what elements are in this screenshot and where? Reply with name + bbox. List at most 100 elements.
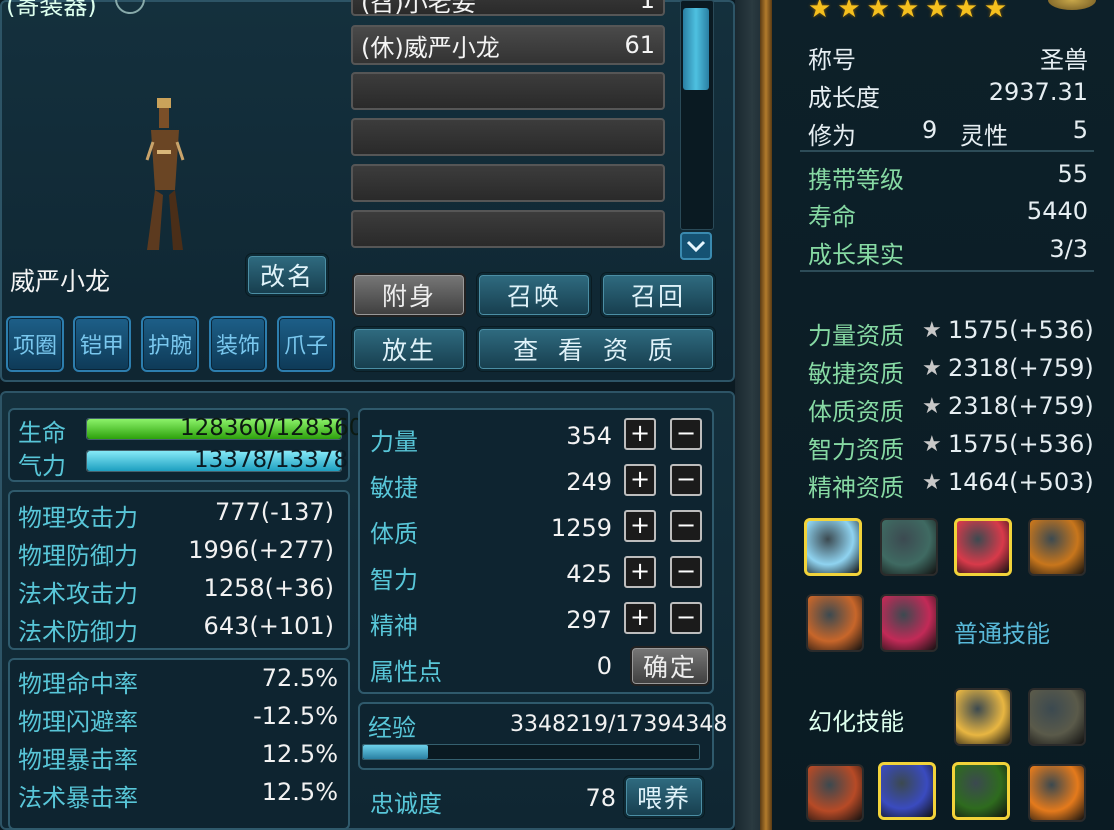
pet-list-name: (召)小老妾 [361, 0, 476, 17]
star-icon: ★ [866, 0, 890, 24]
chevron-down-icon [686, 240, 706, 253]
attr-plus-button[interactable]: + [624, 464, 656, 496]
star-rating: ★ ★ ★ ★ ★ ★ ★ [808, 0, 1048, 24]
hp-value: 128360/128360 [180, 415, 364, 441]
equip-collar-button[interactable]: 项圈 [6, 316, 64, 372]
aptitude-value: 1575(+536) [948, 430, 1094, 458]
stat-value: 643(+101) [203, 612, 334, 640]
transform-skills-label: 幻化技能 [808, 708, 904, 736]
summon-button[interactable]: 召唤 [477, 273, 591, 317]
growth-value: 2937.31 [988, 78, 1088, 106]
attr-plus-button[interactable]: + [624, 510, 656, 542]
skill-green-warrior-icon[interactable] [952, 762, 1010, 820]
skill-slash-icon[interactable] [954, 518, 1012, 576]
stat-label: 法术防御力 [18, 618, 138, 646]
equip-claw-button[interactable]: 爪子 [277, 316, 335, 372]
skill-spiral-icon[interactable] [880, 594, 938, 652]
stat-value: 777(-137) [214, 498, 334, 526]
feed-button[interactable]: 喂养 [624, 776, 704, 818]
pet-list-item-empty[interactable] [351, 210, 665, 248]
attr-plus-button[interactable]: + [624, 602, 656, 634]
attr-label: 力量 [370, 428, 418, 456]
rename-button[interactable]: 改名 [246, 254, 328, 296]
star-icon: ★ [895, 0, 920, 24]
exp-bar [362, 744, 700, 760]
pet-list-level: 1 [639, 0, 655, 14]
aptitude-star-icon: ★ [922, 432, 942, 457]
exp-bar-fill [363, 745, 428, 759]
star-icon: ★ [954, 0, 978, 24]
pet-list-name: (休)威严小龙 [361, 33, 500, 62]
attr-value: 1259 [550, 514, 612, 542]
skill-explosion-icon[interactable] [1028, 764, 1086, 822]
equip-bracer-button[interactable]: 护腕 [141, 316, 199, 372]
title-value: 圣兽 [1040, 46, 1088, 74]
scroll-down-button[interactable] [680, 232, 712, 260]
pet-list-item[interactable]: (召)小老妾 1 [351, 0, 665, 17]
release-button[interactable]: 放生 [352, 327, 466, 371]
pet-list-item-empty[interactable] [351, 164, 665, 202]
rate-value: 12.5% [261, 740, 338, 768]
rate-label: 物理命中率 [18, 670, 138, 698]
scrollbar-thumb[interactable] [683, 8, 709, 90]
attr-plus-button[interactable]: + [624, 418, 656, 450]
star-icon: ★ [925, 0, 949, 24]
exp-label: 经验 [368, 714, 416, 742]
view-aptitude-button[interactable]: 查 看 资 质 [477, 327, 715, 371]
attr-label: 智力 [370, 566, 418, 594]
attr-plus-button[interactable]: + [624, 556, 656, 588]
attr-minus-button[interactable]: − [670, 418, 702, 450]
skill-ice-icon[interactable] [804, 518, 862, 576]
mp-label: 气力 [18, 452, 66, 480]
aptitude-star-icon: ★ [922, 356, 942, 381]
spirit-value: 5 [1072, 116, 1088, 144]
attr-label: 敏捷 [370, 474, 418, 502]
growth-fruit-label: 成长果实 [808, 241, 904, 269]
star-icon: ★ [837, 0, 861, 24]
aptitude-label: 精神资质 [808, 474, 904, 502]
loyalty-value: 78 [585, 784, 616, 812]
aptitude-star-icon: ★ [922, 470, 942, 495]
attr-minus-button[interactable]: − [670, 556, 702, 588]
skill-ghost-icon[interactable] [880, 518, 938, 576]
aptitude-value: 2318(+759) [948, 354, 1094, 382]
skill-golden-figure-icon[interactable] [954, 688, 1012, 746]
attr-value: 249 [566, 468, 612, 496]
pet-list-item-selected[interactable]: (休)威严小龙 61 [351, 25, 665, 65]
attr-points-label: 属性点 [370, 658, 442, 686]
skill-stone-wheel-icon[interactable] [1028, 688, 1086, 746]
pet-list-item-empty[interactable] [351, 72, 665, 110]
skill-fire-face-icon[interactable] [806, 594, 864, 652]
attach-button[interactable]: 附身 [352, 273, 466, 317]
mp-value: 13378/13378 [194, 447, 349, 473]
cultivation-value: 9 [922, 116, 938, 144]
equip-ornament-button[interactable]: 装饰 [209, 316, 267, 372]
attr-label: 体质 [370, 520, 418, 548]
recall-button[interactable]: 召回 [601, 273, 715, 317]
hp-label: 生命 [18, 419, 66, 447]
skill-armor-icon[interactable] [1028, 518, 1086, 576]
attr-points-value: 0 [596, 652, 612, 680]
attr-value: 425 [566, 560, 612, 588]
stat-value: 1996(+277) [188, 536, 334, 564]
pet-model [135, 90, 195, 260]
stat-label: 物理防御力 [18, 542, 138, 570]
divider-line [800, 270, 1094, 272]
gold-divider [760, 0, 772, 830]
attr-minus-button[interactable]: − [670, 602, 702, 634]
skill-blue-wizard-icon[interactable] [878, 762, 936, 820]
stat-label: 法术攻击力 [18, 580, 138, 608]
pet-list-item-empty[interactable] [351, 118, 665, 156]
skill-rune-icon[interactable] [806, 764, 864, 822]
pet-name: 威严小龙 [10, 267, 111, 296]
title-label: 称号 [808, 46, 856, 74]
star-icon: ★ [983, 0, 1008, 24]
attr-minus-button[interactable]: − [670, 464, 702, 496]
attr-minus-button[interactable]: − [670, 510, 702, 542]
aptitude-value: 1575(+536) [948, 316, 1094, 344]
exp-value: 3348219/17394348 [510, 712, 728, 737]
equip-armor-button[interactable]: 铠甲 [73, 316, 131, 372]
confirm-button[interactable]: 确定 [630, 646, 710, 686]
aptitude-value: 2318(+759) [948, 392, 1094, 420]
rate-label: 物理暴击率 [18, 746, 138, 774]
